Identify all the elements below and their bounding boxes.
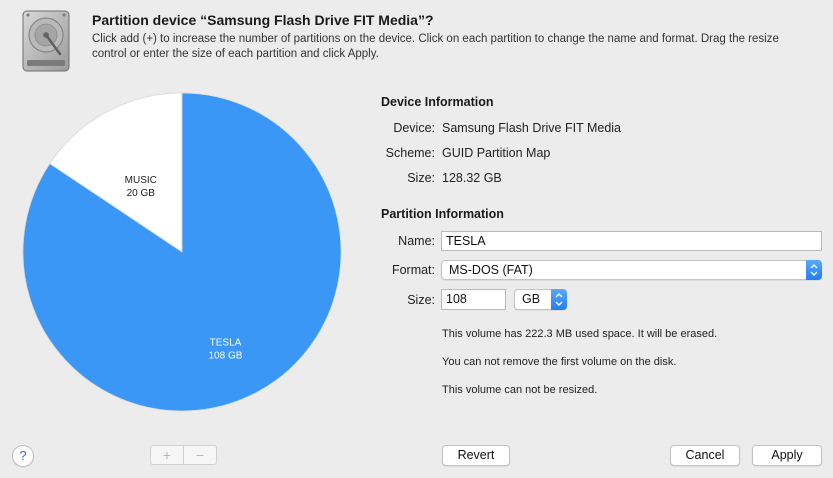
partition-name-field[interactable]: TESLA — [441, 231, 822, 251]
scheme-label: Scheme: — [385, 146, 435, 160]
name-label: Name: — [398, 234, 435, 248]
pie-label-music-name: MUSIC — [125, 175, 157, 186]
scheme-value: GUID Partition Map — [442, 146, 551, 160]
partition-information-heading: Partition Information — [381, 207, 504, 221]
note-used-space: This volume has 222.3 MB used space. It … — [442, 328, 718, 340]
format-popup-value: MS-DOS (FAT) — [449, 263, 533, 277]
device-information-heading: Device Information — [381, 95, 494, 109]
apply-button[interactable]: Apply — [752, 445, 822, 466]
note-not-resizable: This volume can not be resized. — [442, 384, 598, 396]
device-size-value: 128.32 GB — [442, 171, 502, 185]
remove-partition-button[interactable]: − — [183, 446, 216, 464]
add-remove-control: + − — [150, 445, 217, 465]
revert-button[interactable]: Revert — [442, 445, 510, 466]
chevron-up-down-icon — [810, 264, 818, 276]
dialog-title: Partition device “Samsung Flash Drive FI… — [92, 12, 434, 28]
size-unit-popup[interactable]: GB — [514, 289, 567, 310]
device-label: Device: — [393, 121, 435, 135]
pie-label-music-size: 20 GB — [127, 188, 156, 199]
note-first-volume: You can not remove the first volume on t… — [442, 356, 677, 368]
partition-pie-chart[interactable]: MUSIC 20 GB TESLA 108 GB — [22, 92, 342, 412]
partition-dialog: Partition device “Samsung Flash Drive FI… — [0, 0, 833, 478]
format-popup-stepper — [806, 260, 822, 280]
add-partition-button[interactable]: + — [151, 446, 183, 464]
device-size-label: Size: — [407, 171, 435, 185]
pie-label-tesla-size: 108 GB — [209, 350, 243, 361]
pie-label-tesla-name: TESLA — [210, 337, 242, 348]
dialog-description: Click add (+) to increase the number of … — [92, 33, 779, 60]
format-label: Format: — [391, 263, 435, 277]
partition-size-field[interactable]: 108 — [441, 289, 506, 310]
partition-size-label: Size: — [407, 293, 435, 307]
format-popup[interactable]: MS-DOS (FAT) — [441, 260, 822, 280]
device-value: Samsung Flash Drive FIT Media — [442, 121, 621, 135]
cancel-button[interactable]: Cancel — [670, 445, 740, 466]
hard-disk-icon — [22, 10, 70, 72]
size-unit-stepper — [551, 289, 567, 310]
chevron-up-down-icon — [555, 293, 563, 306]
help-button[interactable]: ? — [12, 445, 34, 467]
size-unit-value: GB — [522, 292, 541, 306]
